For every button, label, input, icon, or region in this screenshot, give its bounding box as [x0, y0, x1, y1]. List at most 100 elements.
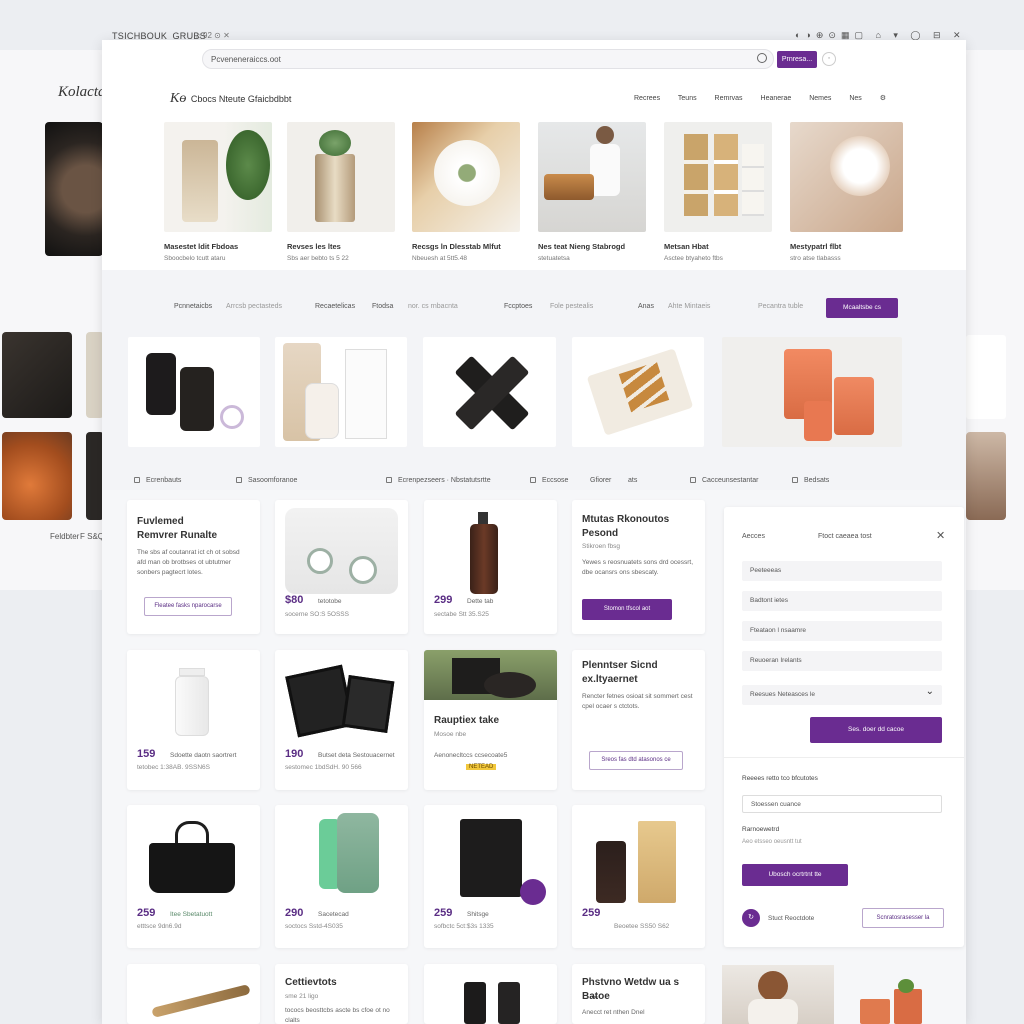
user-icon[interactable]: ↻	[742, 909, 760, 927]
nav-item-4[interactable]: Heanerae	[761, 95, 792, 102]
product-card[interactable]: Cettievtots sme 21 ligo tococs beosttcbs…	[275, 964, 408, 1024]
panel-field[interactable]: Reuoeran Irelants	[742, 651, 942, 671]
filter-item[interactable]: Recaetelicas	[315, 303, 355, 310]
promo-button[interactable]: Fleatee fasks nparocarse	[144, 597, 232, 616]
filter-item[interactable]: Fccptoes	[504, 303, 532, 310]
filter-item[interactable]: Anas	[638, 303, 654, 310]
product-sub: sectabe Stt 35.S25	[434, 611, 489, 618]
product-card[interactable]: $80 tetotobe socerne SO:S 5OSSS	[275, 500, 408, 634]
tag-label: Ecrenpezseers · Nbstatutsrtte	[398, 477, 491, 484]
promo-button[interactable]: Stomon tfscol aot	[582, 599, 672, 620]
featured-sub: Nbeuesh at 5tt5.48	[412, 255, 467, 262]
panel-select[interactable]: Reesues Neteasces le	[742, 685, 942, 705]
panel-divider	[724, 757, 964, 758]
tag-label: Sasoomforanoe	[248, 477, 298, 484]
product-card[interactable]: 159 Sdoette daotn saortrert tetobec 1:38…	[127, 650, 260, 790]
featured-title: Metsan Hbat	[664, 242, 709, 251]
category-card-pastry[interactable]	[572, 337, 704, 447]
panel-field[interactable]: Peeteeeas	[742, 561, 942, 581]
featured-item[interactable]: Revses les ltes Sbs aer bebto ts 5 22	[287, 122, 395, 262]
tag-item[interactable]: Gfiorer	[590, 477, 611, 484]
nav-item-6[interactable]: Nes	[849, 95, 861, 102]
product-card[interactable]	[127, 964, 260, 1024]
background-image-food	[2, 432, 72, 520]
product-card[interactable]: 259 Shitsge sofbctc 5ct:$3s 1335	[424, 805, 557, 948]
go-button[interactable]: Prnresa...	[777, 51, 817, 68]
product-image-person[interactable]	[722, 965, 834, 1024]
featured-item[interactable]: Metsan Hbat Asctee btyaheto ftbs	[664, 122, 772, 262]
nav-item-2[interactable]: Teuns	[678, 95, 697, 102]
tag-item[interactable]: Ecrenpezseers · Nbstatutsrtte	[386, 477, 491, 484]
tag-item[interactable]: Ecrenbauts	[134, 477, 181, 484]
filter-item[interactable]: nor. cs rnbacnta	[408, 303, 458, 310]
promo-desc: Anecct ret nthen Dnel	[582, 1009, 645, 1016]
promo-desc: The sbs af coutanrat ict ch ot sobsd afd…	[137, 549, 240, 576]
filter-item[interactable]: Pecantra tuble	[758, 303, 803, 310]
submit-button[interactable]: Ubosch ocrtrtnt tte	[742, 864, 848, 886]
featured-title: Masestet ldit Fbdoas	[164, 242, 239, 251]
nav-item-1[interactable]: Recrees	[634, 95, 660, 102]
product-title: Rauptiex take	[434, 715, 500, 726]
promo-card[interactable]: Plenntser Sicnd ex.ltyaernet Rencter fet…	[572, 650, 705, 790]
product-sub: Beoetee SS50 S62	[614, 923, 670, 930]
close-icon[interactable]: ✕	[936, 529, 945, 542]
tag-item[interactable]: Sasoomforanoe	[236, 477, 297, 484]
product-card[interactable]: 299 Dette tab sectabe Stt 35.S25	[424, 500, 557, 634]
product-card[interactable]: 259 Beoetee SS50 S62	[572, 805, 705, 948]
promo-card[interactable]: Fuvlemed Remvrer Runalte The sbs af cout…	[127, 500, 260, 634]
category-card-charcoal[interactable]	[423, 337, 556, 447]
filter-item[interactable]: Fole pestealis	[550, 303, 593, 310]
filter-button[interactable]: Mcaaltsbe cs	[826, 298, 898, 318]
filter-item[interactable]: Ahte Mintaeis	[668, 303, 710, 310]
tag-icon	[792, 477, 798, 484]
settings-icon[interactable]: ⚙	[880, 95, 886, 102]
promo-button[interactable]: Sreos fas dtd atasonos ce	[589, 751, 683, 770]
featured-item[interactable]: Recsgs ln Dlesstab Mlfut Nbeuesh at 5tt5…	[412, 122, 520, 262]
category-card-bottles[interactable]	[128, 337, 260, 447]
panel-input[interactable]: Stoessen cuance	[742, 795, 942, 813]
panel-footer-button[interactable]: Scnratosrasesser la	[862, 908, 944, 928]
tag-item[interactable]: Cacceunsestantar	[690, 477, 758, 484]
featured-item[interactable]: Mestypatrl flbt stro atse tlabasss	[790, 122, 903, 262]
filter-item[interactable]: Ftodsa	[372, 303, 393, 310]
product-image-tool	[151, 984, 251, 1018]
panel-footer-label: Stuct Reoctdote	[768, 915, 815, 922]
product-card[interactable]: 259 Itee Sbetatuott etttsce 9dn6.9d	[127, 805, 260, 948]
product-image-socks	[464, 982, 486, 1024]
nav-item-5[interactable]: Nemes	[809, 95, 831, 102]
tag-item[interactable]: Eccsose	[530, 477, 568, 484]
filter-item[interactable]: Arrcsb pectasteds	[226, 303, 282, 310]
panel-hint: Aeo etsseo oeusntt tut	[742, 839, 802, 845]
site-brand[interactable]: Kɵ Cbocs Nteute Gfaicbdbbt	[170, 91, 291, 107]
category-card-cups[interactable]	[722, 337, 902, 447]
product-card[interactable]: 190 Butset deta Sestouacernet sestomec 1…	[275, 650, 408, 790]
tag-item[interactable]: Bedsats	[792, 477, 829, 484]
tag-label: Bedsats	[804, 477, 830, 484]
product-desc: tococs beosttcbs ascte bs cfoe ot no cla…	[285, 1007, 390, 1024]
tag-item[interactable]: ats	[628, 477, 637, 484]
brand-logo: Kɵ	[170, 91, 187, 106]
search-icon[interactable]	[757, 53, 767, 63]
product-image-jar	[137, 658, 250, 744]
promo-card[interactable]: Phstvno Wetdw ua s Ba̶toe Anecct ret nth…	[572, 964, 705, 1024]
apply-button[interactable]: Ses. doer dd cacoe	[810, 717, 942, 743]
product-card[interactable]: Rauptiex take Mosoe nbe Aenonecltccs ccs…	[424, 650, 557, 790]
product-image-supplements	[582, 813, 695, 903]
product-image-pots[interactable]	[860, 979, 932, 1024]
featured-item[interactable]: Nes teat Nieng Stabrogd stetuatetsa	[538, 122, 646, 262]
promo-card[interactable]: Mtutas Rkonoutos Pesond Stikroen fbsg Ye…	[572, 500, 705, 634]
product-price: 290	[285, 907, 304, 919]
category-card-boxes[interactable]	[275, 337, 407, 447]
panel-field[interactable]: Fteataon l nsaamre	[742, 621, 942, 641]
promo-desc: Yewes s reosnuatets sons drd ocessrt, db…	[582, 559, 694, 576]
product-card[interactable]: 290 Sacetecad soctocs Sstd-4S035	[275, 805, 408, 948]
product-price: 299	[434, 594, 453, 606]
featured-item[interactable]: Masestet ldit Fbdoas Sboocbelo tcutt ata…	[164, 122, 272, 262]
extension-icon[interactable]: ◦	[822, 52, 836, 66]
filter-item[interactable]: Pcnnetaicbs	[174, 303, 212, 310]
product-price: 259	[137, 907, 156, 919]
address-bar[interactable]: Pcveneneraiccs.oot	[202, 49, 774, 69]
panel-field[interactable]: Badtont ietes	[742, 591, 942, 611]
nav-item-3[interactable]: Remrvas	[715, 95, 743, 102]
product-card[interactable]	[424, 964, 557, 1024]
